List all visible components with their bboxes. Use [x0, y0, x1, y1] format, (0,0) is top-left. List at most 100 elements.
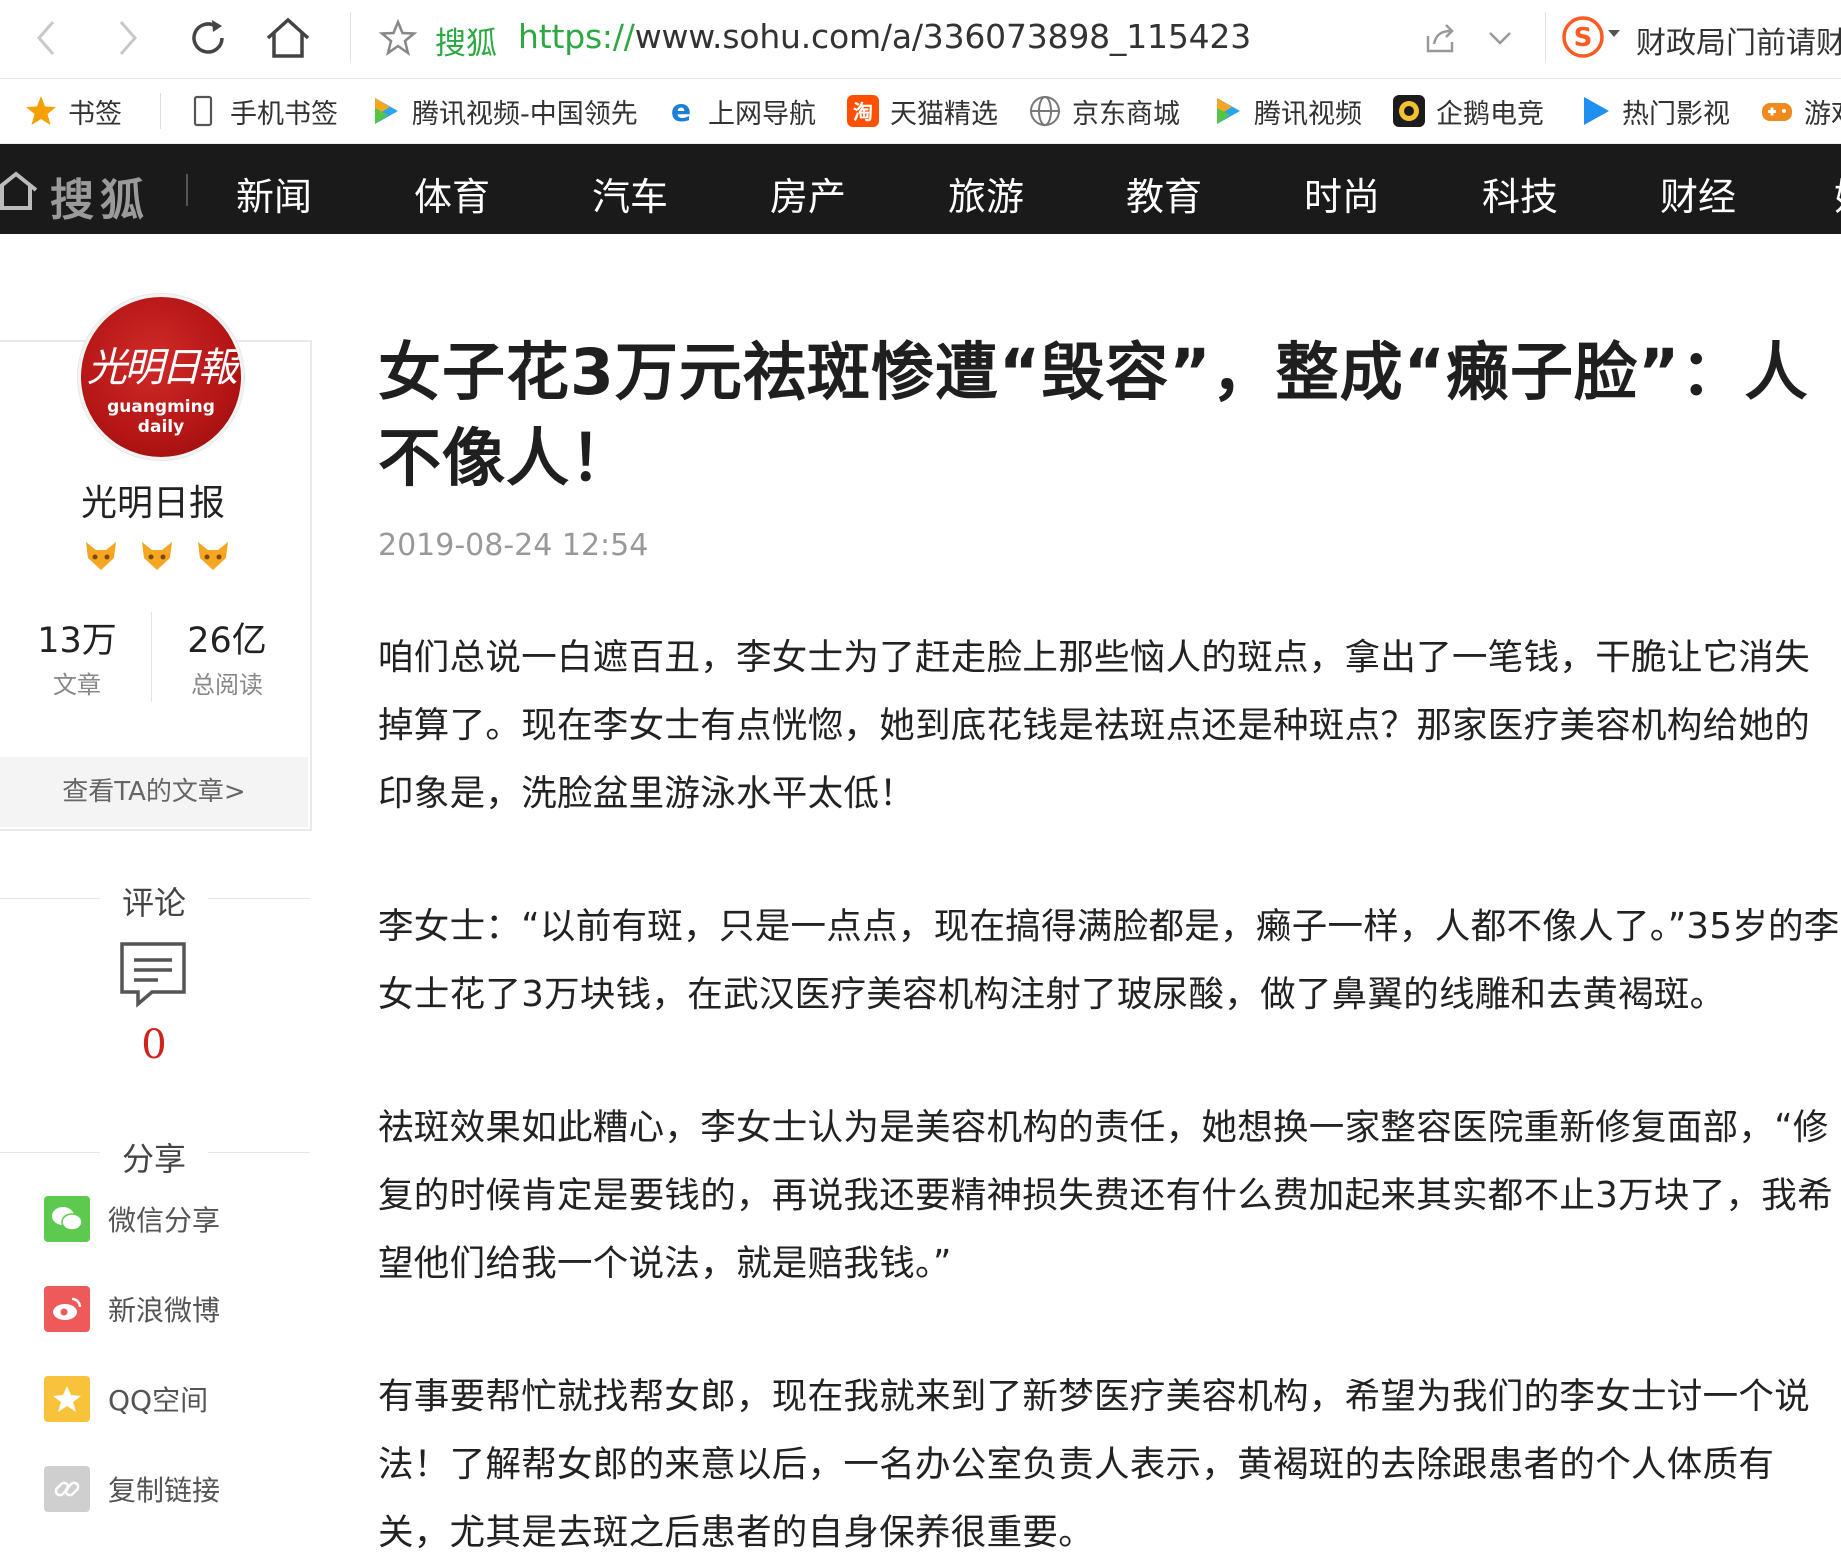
share-qzone-button[interactable]: QQ空间 [44, 1374, 208, 1424]
weibo-icon [44, 1286, 90, 1332]
article-timestamp: 2019-08-24 12:54 [378, 528, 649, 563]
bookmarks-bar: 书签 手机书签 腾讯视频-中国领先 e 上网导航 淘 天猫精选 京东商城 腾讯视… [0, 79, 1841, 144]
article-paragraph: 咱们总说一白遮百丑，李女士为了赶走脸上那些恼人的斑点，拿出了一笔钱，干脆让它消失… [378, 637, 1811, 814]
tencent-video-icon [1210, 94, 1244, 128]
bookmark-star-button[interactable] [378, 18, 420, 60]
bookmark-item[interactable]: 京东商城 [1028, 79, 1180, 143]
comment-icon[interactable] [118, 940, 188, 1010]
play-icon [1578, 94, 1612, 128]
url-dropdown-button[interactable] [1480, 18, 1520, 58]
tencent-video-icon [368, 94, 402, 128]
nav-link-travel[interactable]: 旅游 [948, 166, 1024, 221]
nav-link-news[interactable]: 新闻 [236, 166, 312, 221]
globe-icon [1028, 94, 1062, 128]
url-path: www.sohu.com/a/336073898_115423 [634, 17, 1252, 56]
ie-icon: e [664, 94, 698, 128]
share-icon [1426, 24, 1454, 53]
nav-link-sports[interactable]: 体育 [414, 166, 490, 221]
share-qzone-label: QQ空间 [108, 1384, 209, 1417]
stat-reads: 26亿 总阅读 [152, 612, 302, 700]
caret-down-icon[interactable] [1608, 30, 1620, 37]
taobao-icon: 淘 [846, 94, 880, 128]
gamepad-icon [1760, 94, 1794, 128]
bookmark-label: 天猫精选 [890, 98, 998, 130]
nav-link-auto[interactable]: 汽车 [592, 166, 668, 221]
star-icon [24, 94, 58, 128]
sohu-logo[interactable]: 搜狐 [50, 164, 150, 228]
url-protocol: https:// [518, 17, 635, 56]
svg-text:淘: 淘 [853, 100, 873, 124]
share-wechat-label: 微信分享 [108, 1204, 221, 1237]
article-paragraph: 祛斑效果如此糟心，李女士认为是美容机构的责任，她想换一家整容医院重新修复面部，“… [378, 1107, 1833, 1284]
wechat-icon [44, 1196, 90, 1242]
nav-link-finance[interactable]: 财经 [1660, 166, 1736, 221]
article-paragraph: 李女士：“以前有斑，只是一点点，现在搞得满脸都是，癞子一样，人都不像人了。”35… [378, 906, 1840, 1015]
sohu-channel-nav: 搜狐 新闻 体育 汽车 房产 旅游 教育 时尚 科技 财经 娱 [0, 144, 1841, 234]
toolbar-divider [1545, 12, 1546, 62]
url-field[interactable]: https://www.sohu.com/a/336073898_115423 [518, 17, 1251, 56]
link-icon [44, 1466, 90, 1512]
share-wechat-button[interactable]: 微信分享 [44, 1194, 220, 1244]
stat-articles-value: 13万 [37, 621, 117, 661]
nav-divider [186, 174, 188, 206]
bookmark-label: 书签 [68, 98, 122, 130]
view-author-articles-link[interactable]: 查看TA的文章> [0, 757, 308, 827]
bookmark-item[interactable]: 腾讯视频-中国领先 [368, 79, 638, 143]
reload-icon [192, 20, 224, 54]
share-page-button[interactable] [1420, 18, 1460, 58]
bookmark-item[interactable]: 手机书签 [186, 79, 338, 143]
nav-link-fashion[interactable]: 时尚 [1304, 166, 1380, 221]
bookmark-label: 腾讯视频 [1254, 98, 1362, 130]
bookmark-divider [160, 93, 161, 129]
stat-articles-label: 文章 [53, 671, 101, 699]
author-name[interactable]: 光明日报 [0, 474, 306, 526]
bookmark-item[interactable]: 淘 天猫精选 [846, 79, 998, 143]
copy-link-button[interactable]: 复制链接 [44, 1464, 220, 1514]
fox-badge-icon [198, 542, 228, 570]
bookmark-label: 企鹅电竞 [1436, 98, 1544, 130]
bookmark-item[interactable]: 热门影视 [1578, 79, 1730, 143]
nav-link-entertainment[interactable]: 娱 [1834, 166, 1841, 221]
share-weibo-button[interactable]: 新浪微博 [44, 1284, 220, 1334]
bookmark-item[interactable]: 游戏 [1760, 79, 1841, 143]
bookmark-label: 手机书签 [230, 98, 338, 130]
share-weibo-label: 新浪微博 [108, 1294, 221, 1327]
fox-badge-icon [142, 542, 172, 570]
penguin-icon [1392, 94, 1426, 128]
chevron-right-icon [119, 21, 137, 55]
bookmark-item[interactable]: 书签 [24, 79, 122, 143]
nav-link-tech[interactable]: 科技 [1482, 166, 1558, 221]
bookmark-item[interactable]: e 上网导航 [664, 79, 816, 143]
bookmark-item[interactable]: 企鹅电竞 [1392, 79, 1544, 143]
toolbar-divider [350, 12, 351, 62]
back-button[interactable] [16, 8, 76, 68]
nav-link-house[interactable]: 房产 [770, 166, 846, 221]
author-rating [82, 538, 232, 574]
sohu-home-icon[interactable] [0, 168, 40, 212]
bookmark-label: 热门影视 [1622, 98, 1730, 130]
sogou-search-icon[interactable]: S [1562, 16, 1604, 58]
home-icon [266, 17, 310, 58]
bookmark-label: 上网导航 [708, 98, 816, 130]
stat-reads-value: 26亿 [187, 621, 267, 661]
avatar-logo-english: guangming daily [107, 397, 215, 437]
share-heading: 分享 [121, 1140, 186, 1178]
svg-text:S: S [1574, 23, 1593, 53]
bookmark-label: 京东商城 [1072, 98, 1180, 130]
article-paragraph: 有事要帮忙就找帮女郎，现在我就来到了新梦医疗美容机构，希望为我们的李女士讨一个说… [378, 1376, 1811, 1553]
comment-count[interactable]: 0 [0, 1022, 308, 1068]
bookmark-label: 游戏 [1804, 98, 1841, 130]
stat-articles: 13万 文章 [2, 612, 152, 700]
author-avatar[interactable]: 光明日報 guangming daily [78, 294, 244, 460]
article-title: 女子花3万元祛斑惨遭“毁容”，整成“癞子脸”：人不像人！ [378, 336, 1809, 495]
bookmark-item[interactable]: 腾讯视频 [1210, 79, 1362, 143]
reload-button[interactable] [178, 8, 238, 68]
forward-button[interactable] [98, 8, 158, 68]
avatar-logo-script: 光明日報 [87, 345, 238, 391]
comments-heading: 评论 [121, 884, 186, 922]
svg-text:e: e [671, 94, 691, 128]
bookmark-label: 腾讯视频-中国领先 [412, 98, 638, 130]
nav-link-education[interactable]: 教育 [1126, 166, 1202, 221]
home-button[interactable] [258, 8, 318, 68]
search-suggestion[interactable]: 财政局门前请财 [1636, 18, 1841, 62]
